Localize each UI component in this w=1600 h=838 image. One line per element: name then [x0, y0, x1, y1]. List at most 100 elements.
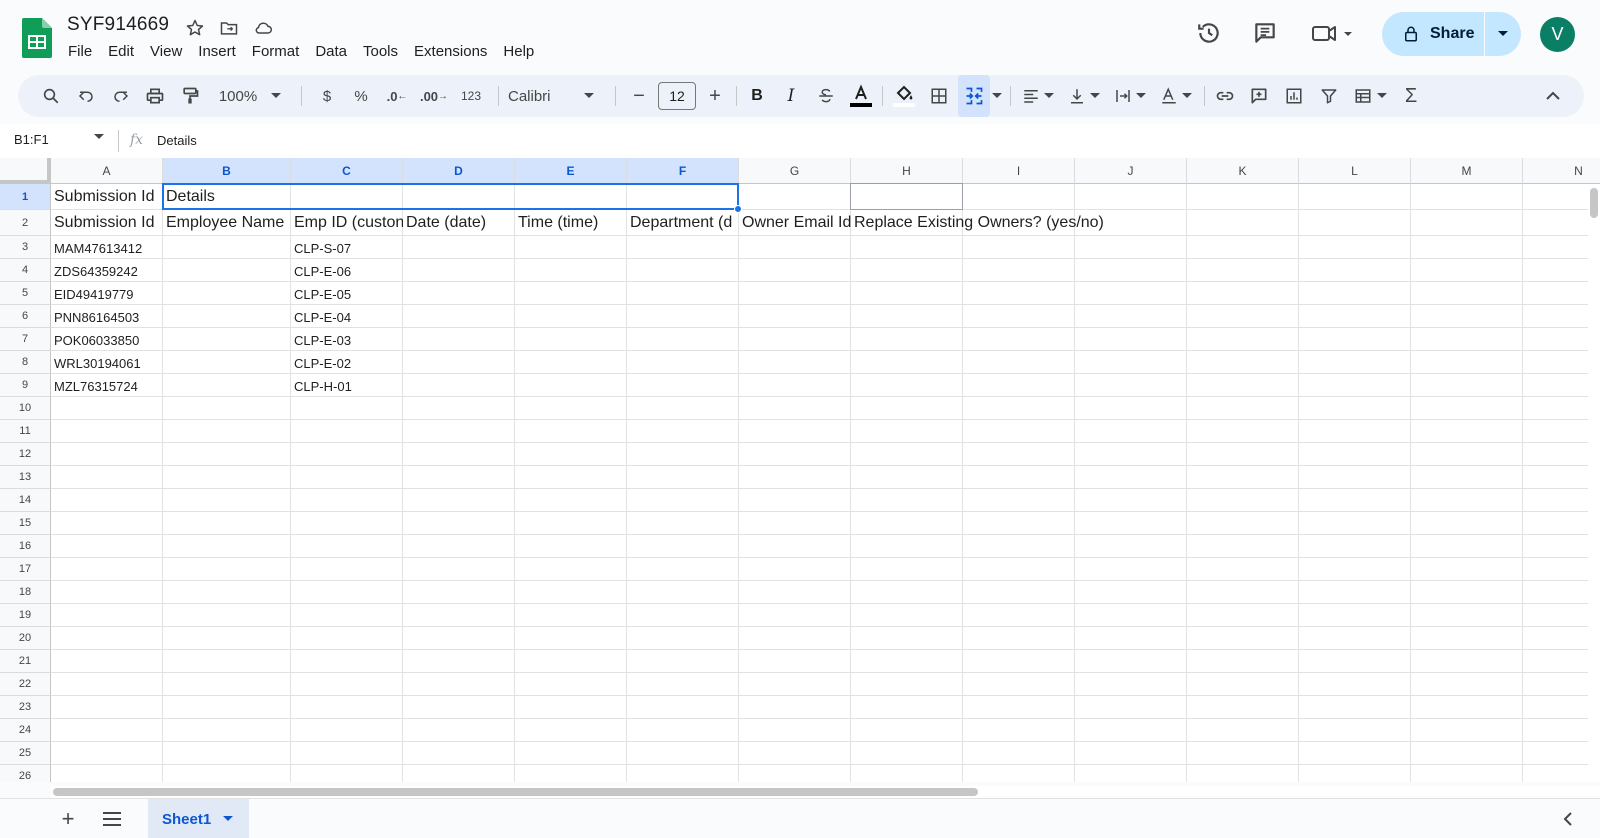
row-header-6[interactable]: 6 [0, 305, 51, 328]
row-header-10[interactable]: 10 [0, 397, 51, 420]
print-icon[interactable] [140, 75, 170, 117]
column-header-a[interactable]: A [51, 158, 163, 184]
row-header-1[interactable]: 1 [0, 184, 51, 210]
cell-d2[interactable]: Date (date) [403, 210, 515, 236]
row-header-7[interactable]: 7 [0, 328, 51, 351]
column-header-j[interactable]: J [1075, 158, 1187, 184]
row-header-20[interactable]: 20 [0, 627, 51, 650]
cell-a4[interactable]: ZDS64359242 [51, 259, 163, 282]
row-header-17[interactable]: 17 [0, 558, 51, 581]
increase-decimal-button[interactable]: .00 → [416, 75, 452, 117]
cell-f2[interactable]: Department (d [627, 210, 739, 236]
italic-icon[interactable]: I [776, 75, 806, 117]
cell-a8[interactable]: WRL30194061 [51, 351, 163, 374]
menu-help[interactable]: Help [495, 40, 542, 63]
vertical-scrollbar[interactable] [1588, 186, 1600, 782]
cell-c7[interactable]: CLP-E-03 [291, 328, 403, 351]
column-header-b[interactable]: B [163, 158, 291, 184]
menu-insert[interactable]: Insert [190, 40, 244, 63]
row-header-4[interactable]: 4 [0, 259, 51, 282]
cell-a3[interactable]: MAM47613412 [51, 236, 163, 259]
horizontal-scroll-thumb[interactable] [53, 788, 978, 796]
menu-extensions[interactable]: Extensions [406, 40, 495, 63]
explore-collapse-icon[interactable] [1556, 807, 1580, 831]
text-wrapping-icon[interactable] [1108, 75, 1152, 117]
merge-cells-icon[interactable] [958, 75, 990, 117]
column-header-m[interactable]: M [1411, 158, 1523, 184]
column-header-n[interactable]: N [1523, 158, 1600, 184]
all-sheets-icon[interactable] [100, 807, 124, 831]
spreadsheet-grid[interactable]: A B C D E F G H I J K L M N 1 2 3 4 5 6 7 8 9 10 11 12 13 14 15 16 17 1… [0, 158, 1600, 782]
column-header-h[interactable]: H [851, 158, 963, 184]
cell-a5[interactable]: EID49419779 [51, 282, 163, 305]
column-header-g[interactable]: G [739, 158, 851, 184]
zoom-select[interactable]: 100% [210, 75, 290, 117]
row-header-8[interactable]: 8 [0, 351, 51, 374]
currency-format-button[interactable]: $ [312, 75, 342, 117]
collapse-menus-icon[interactable] [1538, 75, 1568, 117]
menu-format[interactable]: Format [244, 40, 308, 63]
borders-icon[interactable] [924, 75, 954, 117]
horizontal-scrollbar[interactable] [51, 786, 1600, 798]
formula-input[interactable]: Details [157, 133, 197, 148]
menu-edit[interactable]: Edit [100, 40, 142, 63]
increase-font-size-icon[interactable]: + [700, 75, 730, 117]
strikethrough-icon[interactable] [811, 75, 841, 117]
cell-a6[interactable]: PNN86164503 [51, 305, 163, 328]
menu-view[interactable]: View [142, 40, 190, 63]
vertical-scroll-thumb[interactable] [1590, 188, 1598, 218]
text-color-icon[interactable] [846, 75, 876, 117]
comments-icon[interactable] [1250, 18, 1280, 48]
row-header-16[interactable]: 16 [0, 535, 51, 558]
meet-icon[interactable] [1310, 18, 1358, 48]
share-dropdown-button[interactable] [1485, 12, 1521, 56]
sheets-logo-icon[interactable] [22, 18, 52, 58]
cell-h2[interactable]: Replace Existing Owners? (yes/no) [851, 210, 1299, 236]
column-header-c[interactable]: C [291, 158, 403, 184]
bold-icon[interactable]: B [742, 75, 772, 117]
row-header-26[interactable]: 26 [0, 765, 51, 782]
vertical-align-icon[interactable] [1062, 75, 1106, 117]
row-header-21[interactable]: 21 [0, 650, 51, 673]
row-header-15[interactable]: 15 [0, 512, 51, 535]
cell-a2[interactable]: Submission Id [51, 210, 163, 236]
menu-file[interactable]: File [60, 40, 100, 63]
name-box[interactable]: B1:F1 [14, 132, 49, 147]
row-header-19[interactable]: 19 [0, 604, 51, 627]
cell-a7[interactable]: POK06033850 [51, 328, 163, 351]
fill-handle[interactable] [734, 205, 742, 213]
column-header-f[interactable]: F [627, 158, 739, 184]
row-header-11[interactable]: 11 [0, 420, 51, 443]
insert-link-icon[interactable] [1210, 75, 1240, 117]
row-header-5[interactable]: 5 [0, 282, 51, 305]
filter-views-icon[interactable] [1348, 75, 1392, 117]
decrease-decimal-button[interactable]: .0 ← [380, 75, 414, 117]
cell-a9[interactable]: MZL76315724 [51, 374, 163, 397]
version-history-icon[interactable] [1194, 18, 1224, 48]
menu-tools[interactable]: Tools [355, 40, 406, 63]
cell-c3[interactable]: CLP-S-07 [291, 236, 403, 259]
fill-color-icon[interactable] [888, 75, 920, 117]
row-header-2[interactable]: 2 [0, 210, 51, 236]
cell-c6[interactable]: CLP-E-04 [291, 305, 403, 328]
row-header-23[interactable]: 23 [0, 696, 51, 719]
percent-format-button[interactable]: % [346, 75, 376, 117]
select-all-corner[interactable] [0, 158, 51, 184]
text-rotation-icon[interactable] [1154, 75, 1198, 117]
functions-icon[interactable]: Σ [1396, 75, 1426, 117]
move-folder-icon[interactable] [217, 16, 241, 40]
merge-type-dropdown[interactable] [990, 75, 1004, 117]
filter-icon[interactable] [1314, 75, 1344, 117]
column-header-e[interactable]: E [515, 158, 627, 184]
chevron-down-icon[interactable] [94, 134, 104, 140]
row-header-12[interactable]: 12 [0, 443, 51, 466]
cell-b2[interactable]: Employee Name [163, 210, 291, 236]
star-icon[interactable] [183, 16, 207, 40]
row-header-24[interactable]: 24 [0, 719, 51, 742]
share-button[interactable]: Share [1382, 12, 1484, 56]
menu-data[interactable]: Data [307, 40, 355, 63]
column-header-k[interactable]: K [1187, 158, 1299, 184]
redo-icon[interactable] [106, 75, 136, 117]
undo-icon[interactable] [71, 75, 101, 117]
column-header-d[interactable]: D [403, 158, 515, 184]
